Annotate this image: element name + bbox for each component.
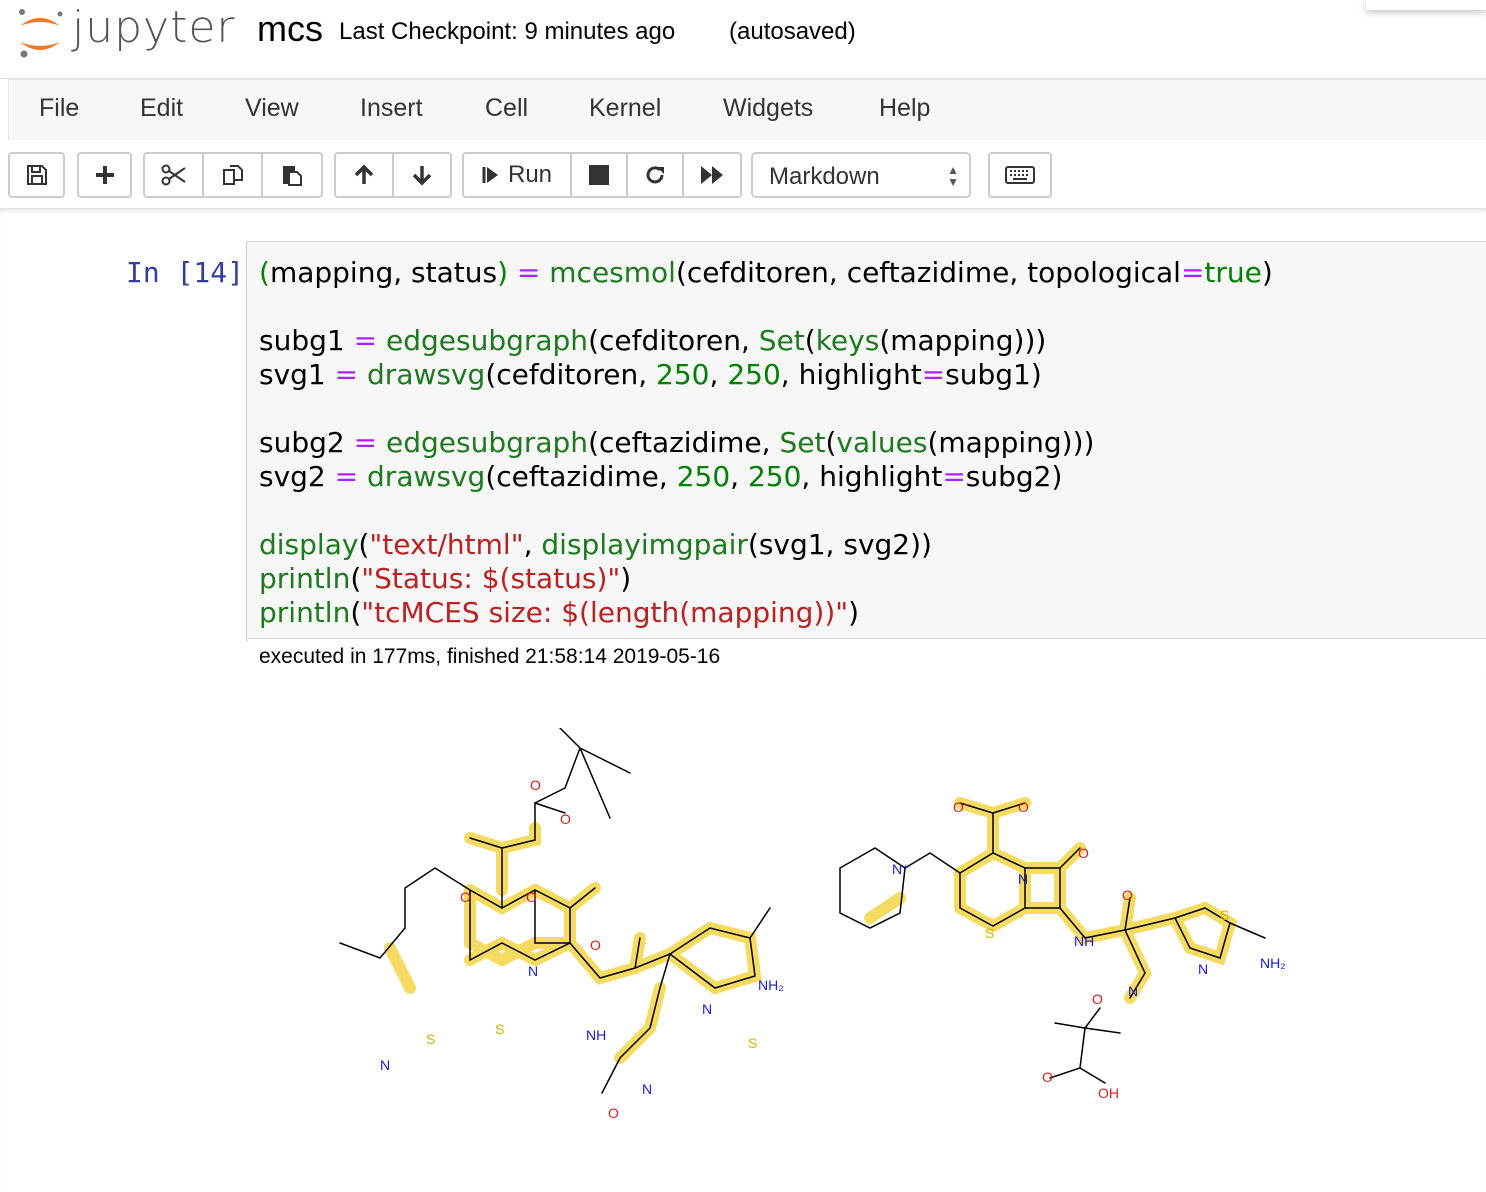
menubar: File Edit View Insert Cell Kernel Widget… — [8, 79, 1486, 141]
restart-icon — [646, 166, 664, 184]
atom-label: S — [1220, 907, 1229, 923]
keyboard-icon — [1005, 166, 1035, 184]
menu-view[interactable]: View — [245, 94, 299, 123]
interrupt-button[interactable] — [570, 152, 628, 198]
run-all-button[interactable] — [682, 152, 742, 198]
notebook-name[interactable]: mcs — [257, 8, 323, 50]
atom-label: N — [642, 1081, 652, 1097]
atom-label: N — [702, 1001, 712, 1017]
atom-label: NH₂ — [758, 977, 784, 993]
menu-cell[interactable]: Cell — [485, 94, 528, 123]
cut-button[interactable] — [143, 152, 204, 198]
atom-label: NH — [1074, 933, 1094, 949]
molecule-ceftazidime: O⁻ O N⁺ N O S NH O S N NH₂ N O O OH — [839, 797, 1286, 1101]
atom-label: N — [1018, 871, 1028, 887]
checkpoint-status: Last Checkpoint: 9 minutes ago — [339, 18, 676, 45]
atom-label: O — [460, 889, 471, 905]
atom-label: O — [560, 811, 571, 827]
step-forward-icon — [482, 167, 498, 183]
atom-label: O — [1042, 1069, 1053, 1085]
cell-type-value: Markdown — [769, 163, 880, 190]
atom-label: N⁺ — [892, 861, 910, 877]
scissors-icon — [161, 164, 186, 186]
toolbar: Run Markdown ▲ ▼ — [0, 140, 1486, 208]
code-cell-input[interactable]: (mapping, status) = mcesmol(cefditoren, … — [246, 241, 1486, 673]
code-editor[interactable]: (mapping, status) = mcesmol(cefditoren, … — [259, 256, 1273, 630]
paste-icon — [283, 166, 302, 186]
copy-button[interactable] — [202, 152, 263, 198]
command-palette-button[interactable] — [988, 152, 1052, 198]
arrow-up-icon — [354, 164, 374, 184]
atom-label: N — [1198, 961, 1208, 977]
header: jupyter mcs Last Checkpoint: 9 minutes a… — [0, 0, 1486, 79]
atom-label: S — [985, 925, 994, 941]
atom-label: NH — [586, 1027, 606, 1043]
atom-label: N — [528, 963, 538, 979]
fast-forward-icon — [701, 166, 723, 184]
arrow-down-icon — [412, 166, 432, 186]
menu-edit[interactable]: Edit — [140, 94, 183, 123]
stop-icon — [589, 165, 609, 185]
atom-label: O⁻ — [953, 799, 971, 815]
atom-label: S — [748, 1035, 757, 1051]
atom-label: O — [1122, 887, 1133, 903]
menu-help[interactable]: Help — [879, 94, 930, 123]
jupyter-logo-text: jupyter — [72, 2, 236, 53]
atom-label: NH₂ — [1260, 955, 1286, 971]
cell-type-select[interactable]: Markdown ▲ ▼ — [751, 152, 971, 198]
atom-label: OH — [1098, 1085, 1119, 1101]
menu-widgets[interactable]: Widgets — [723, 94, 813, 123]
insert-cell-button[interactable] — [77, 152, 132, 198]
run-label: Run — [507, 161, 553, 188]
paste-button[interactable] — [261, 152, 323, 198]
execution-time-text: executed in 177ms, finished 21:58:14 201… — [259, 645, 721, 668]
atom-label: O — [608, 1105, 619, 1121]
atom-label: S — [426, 1031, 435, 1047]
restart-button[interactable] — [626, 152, 684, 198]
atom-label: O — [526, 889, 537, 905]
atom-label: O — [1078, 845, 1089, 861]
atom-label: N — [380, 1057, 390, 1073]
atom-label: S — [495, 1021, 504, 1037]
execution-time-bar: executed in 177ms, finished 21:58:14 201… — [248, 638, 1486, 673]
cell-output-molecules: O O O O N O NH₂ S S N NH N N O S O⁻ O N⁺… — [339, 728, 1286, 1121]
save-icon — [26, 165, 47, 185]
input-prompt: In [14]: — [126, 256, 261, 289]
atom-label: O — [1092, 991, 1103, 1007]
move-up-button[interactable] — [334, 152, 394, 198]
run-button[interactable]: Run — [462, 152, 572, 198]
select-arrows-icon: ▲ ▼ — [947, 163, 959, 189]
save-button[interactable] — [8, 152, 65, 198]
move-down-button[interactable] — [392, 152, 452, 198]
notebook-area: In [14]: (mapping, status) = mcesmol(cef… — [0, 208, 1486, 1192]
jupyter-logo-icon[interactable] — [16, 6, 66, 58]
atom-label: N — [1128, 983, 1138, 999]
molecule-cefditoren: O O O O N O NH₂ S S N NH N N O S — [339, 728, 784, 1121]
menu-insert[interactable]: Insert — [360, 94, 423, 123]
atom-label: O — [530, 777, 541, 793]
window-edge-shadow — [1366, 0, 1486, 10]
atom-label: O — [1018, 799, 1029, 815]
copy-icon — [222, 165, 243, 185]
atom-label: O — [590, 937, 601, 953]
plus-icon — [95, 166, 114, 184]
autosave-status: (autosaved) — [729, 18, 856, 45]
menu-kernel[interactable]: Kernel — [589, 94, 661, 123]
menu-file[interactable]: File — [39, 94, 79, 123]
